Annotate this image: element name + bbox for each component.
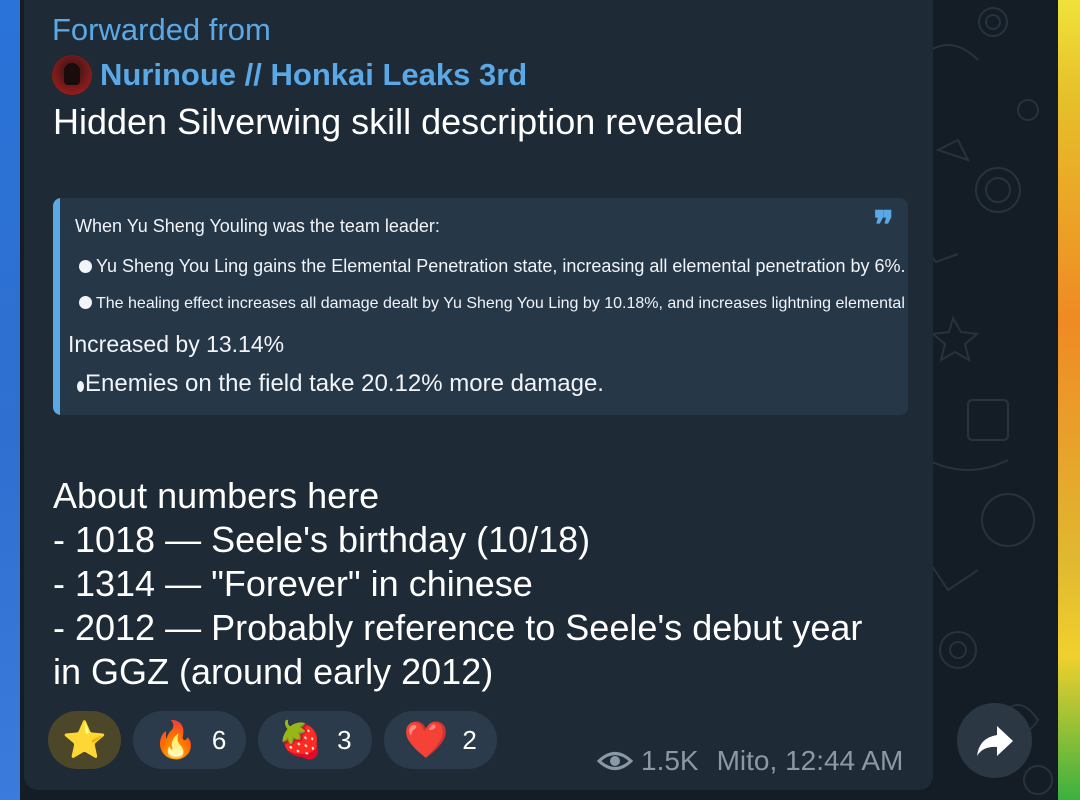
body-line: in GGZ (around early 2012) [53, 651, 494, 692]
reaction-star-button[interactable]: ⭐ [48, 711, 121, 769]
reaction-heart-button[interactable]: ❤️ 2 [383, 711, 497, 769]
fire-icon: 🔥 [153, 719, 198, 760]
quote-line: When Yu Sheng Youling was the team leade… [75, 216, 440, 236]
reactions-bar: ⭐ 🔥 6 🍓 3 ❤️ 2 [48, 711, 509, 771]
forward-source[interactable]: Nurinoue // Honkai Leaks 3rd [52, 55, 527, 95]
reaction-count: 6 [211, 724, 227, 755]
eye-icon [597, 752, 633, 770]
author-time: Mito, 12:44 AM [716, 745, 904, 776]
body-line: - 2012 — Probably reference to Seele's d… [53, 607, 863, 648]
message-meta: 1.5K Mito, 12:44 AM [597, 745, 903, 777]
star-icon: ⭐ [62, 719, 107, 760]
reaction-count: 2 [462, 724, 477, 755]
reaction-strawberry-button[interactable]: 🍓 3 [258, 711, 372, 769]
message-headline: Hidden Silverwing skill description reve… [53, 101, 744, 142]
left-color-strip [0, 0, 20, 800]
quote-line-text: Enemies on the field take 20.12% more da… [85, 370, 604, 397]
forwarded-label: Forwarded from [52, 12, 271, 47]
body-line: About numbers here [53, 475, 380, 516]
reaction-fire-button[interactable]: 🔥 6 [133, 711, 247, 769]
body-line: - 1314 — "Forever" in chinese [53, 563, 533, 604]
source-channel-name[interactable]: Nurinoue // Honkai Leaks 3rd [100, 57, 527, 93]
reaction-count: 3 [337, 724, 352, 755]
body-line: - 1018 — Seele's birthday (10/18) [53, 519, 591, 560]
channel-avatar[interactable] [52, 55, 92, 95]
quote-mark-icon: ❞ [873, 202, 894, 247]
strawberry-icon: 🍓 [278, 719, 324, 760]
message-body: About numbers here - 1018 — Seele's birt… [53, 474, 913, 694]
heart-icon: ❤️ [403, 719, 449, 760]
quote-bullet-line: Yu Sheng You Ling gains the Elemental Pe… [79, 256, 906, 277]
share-arrow-icon [976, 725, 1013, 756]
right-color-strip [1058, 0, 1080, 800]
quote-bullet-line: Enemies on the field take 20.12% more da… [77, 370, 604, 398]
view-count: 1.5K [641, 745, 699, 776]
bullet-icon [79, 260, 92, 273]
quote-line: Increased by 13.14% [68, 331, 285, 357]
quote-accent-bar [53, 198, 60, 415]
quote-line-text: Yu Sheng You Ling gains the Elemental Pe… [96, 256, 906, 276]
bullet-icon [79, 296, 92, 309]
quote-line-text: The healing effect increases all damage … [96, 295, 908, 312]
share-button[interactable] [957, 703, 1032, 778]
quote-block: ❞ When Yu Sheng Youling was the team lea… [53, 198, 908, 415]
quote-bullet-line: The healing effect increases all damage … [79, 295, 908, 313]
bullet-icon [77, 381, 84, 392]
